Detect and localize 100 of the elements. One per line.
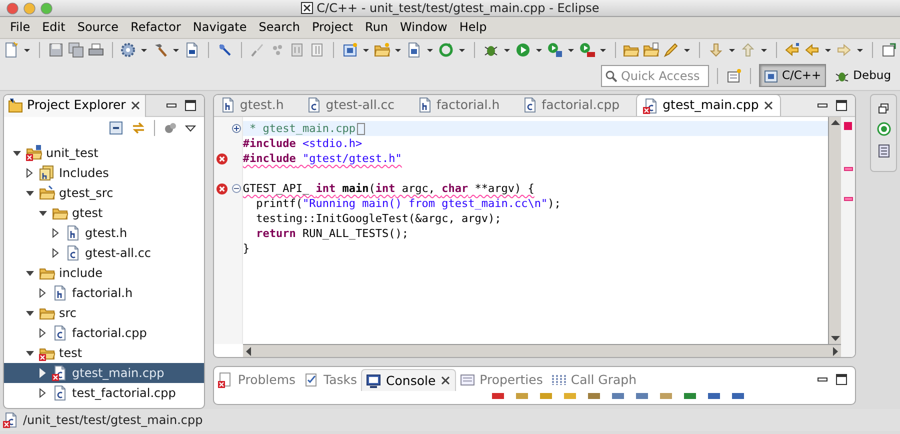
- tree-item[interactable]: factorial.h: [4, 283, 204, 303]
- run-stop-icon[interactable]: [578, 42, 595, 58]
- tree-item[interactable]: gtest: [4, 203, 204, 223]
- editor-tab[interactable]: factorial.cpp: [516, 95, 626, 116]
- error-marker-icon: [844, 166, 853, 170]
- panel-tab[interactable]: Problems: [214, 369, 300, 392]
- expanded-arrow-icon[interactable]: [25, 268, 35, 278]
- editor-tab[interactable]: gtest_main.cpp: [636, 95, 781, 116]
- caret-icon[interactable]: [502, 46, 511, 54]
- tree-item[interactable]: test_factorial.cpp: [4, 383, 204, 403]
- back-edit-icon[interactable]: [784, 42, 800, 58]
- open-file-icon[interactable]: [643, 42, 660, 58]
- tree-item[interactable]: test: [4, 343, 204, 363]
- vertical-scrollbar[interactable]: [828, 117, 842, 344]
- run-external-icon[interactable]: [546, 42, 563, 58]
- tree-item[interactable]: src: [4, 303, 204, 323]
- restore-icon[interactable]: [878, 103, 890, 114]
- menu-item[interactable]: Edit: [36, 17, 72, 38]
- tree-item[interactable]: gtest_src: [4, 183, 204, 203]
- collapsed-arrow-icon[interactable]: [25, 168, 35, 178]
- target-icon[interactable]: [876, 122, 891, 136]
- close-icon[interactable]: [130, 100, 141, 111]
- open-perspective-icon[interactable]: [726, 68, 742, 84]
- panel-tab[interactable]: Tasks: [300, 369, 362, 392]
- perspective-button[interactable]: C/C++: [758, 64, 826, 88]
- caret-icon[interactable]: [394, 46, 402, 54]
- minimize-window-icon[interactable]: [23, 2, 36, 15]
- expanded-arrow-icon[interactable]: [12, 148, 22, 158]
- close-icon[interactable]: [440, 375, 451, 386]
- menu-item[interactable]: Window: [394, 17, 454, 38]
- editor-tab[interactable]: gtest.h: [214, 95, 290, 116]
- expanded-arrow-icon[interactable]: [38, 208, 48, 218]
- maximize-icon[interactable]: [836, 374, 848, 385]
- menu-item[interactable]: File: [4, 17, 36, 38]
- binary-file-icon[interactable]: [184, 42, 200, 58]
- menu-item[interactable]: Project: [306, 17, 360, 38]
- editor-tab[interactable]: gtest-all.cc: [300, 95, 401, 116]
- expand-icon[interactable]: [232, 124, 241, 133]
- caret-icon[interactable]: [566, 46, 575, 54]
- caret-icon[interactable]: [426, 46, 434, 54]
- save-all-icon[interactable]: [68, 42, 84, 58]
- collapsed-arrow-icon[interactable]: [38, 328, 48, 338]
- view-menu-icon[interactable]: [184, 124, 196, 132]
- caret-icon[interactable]: [534, 46, 543, 54]
- caret-icon[interactable]: [362, 46, 370, 54]
- menu-item[interactable]: Help: [453, 17, 493, 38]
- gear-icon[interactable]: [120, 42, 136, 58]
- caret-icon[interactable]: [683, 46, 692, 54]
- menu-item[interactable]: Source: [71, 17, 125, 38]
- perspective-button[interactable]: Debug: [830, 64, 896, 88]
- collapsed-arrow-icon[interactable]: [38, 388, 48, 398]
- collapse-all-icon[interactable]: [108, 121, 123, 135]
- tree-item[interactable]: gtest_main.cpp: [4, 363, 204, 383]
- caret-icon[interactable]: [856, 46, 864, 54]
- new-source-icon[interactable]: [406, 42, 422, 58]
- collapsed-arrow-icon[interactable]: [38, 288, 48, 298]
- caret-icon[interactable]: [172, 46, 180, 54]
- expanded-arrow-icon[interactable]: [25, 348, 35, 358]
- tree-item[interactable]: unit_test: [4, 143, 204, 163]
- close-icon[interactable]: [762, 100, 774, 111]
- filter-icon[interactable]: [162, 121, 177, 135]
- collapsed-arrow-icon[interactable]: [51, 228, 61, 238]
- folded-text-marker[interactable]: [356, 122, 365, 134]
- quick-access-field[interactable]: Quick Access: [600, 64, 709, 86]
- panel-tab[interactable]: Console: [361, 369, 456, 392]
- collapsed-arrow-icon[interactable]: [38, 368, 48, 378]
- maximize-window-icon[interactable]: [40, 2, 53, 15]
- tree-item[interactable]: include: [4, 263, 204, 283]
- horizontal-scrollbar[interactable]: [242, 344, 842, 358]
- tree-item[interactable]: factorial.cpp: [4, 323, 204, 343]
- menu-item[interactable]: Search: [252, 17, 306, 38]
- tree-item[interactable]: Includes: [4, 163, 204, 183]
- caret-icon[interactable]: [458, 46, 466, 54]
- save-icon[interactable]: [48, 42, 64, 58]
- menu-item[interactable]: Navigate: [186, 17, 253, 38]
- collapsed-arrow-icon[interactable]: [51, 248, 61, 258]
- caret-icon[interactable]: [824, 46, 832, 54]
- link-editor-icon[interactable]: [130, 121, 146, 135]
- tree-item[interactable]: gtest.h: [4, 223, 204, 243]
- caret-icon[interactable]: [598, 46, 607, 54]
- menu-item[interactable]: Refactor: [124, 17, 187, 38]
- new-class-icon[interactable]: [342, 42, 358, 58]
- close-window-icon[interactable]: [6, 2, 19, 15]
- collapse-icon[interactable]: [232, 184, 241, 193]
- caret-icon[interactable]: [23, 46, 31, 54]
- maximize-icon[interactable]: [184, 100, 196, 111]
- expanded-arrow-icon[interactable]: [25, 308, 35, 318]
- editor-tab[interactable]: factorial.h: [410, 95, 506, 116]
- caret-icon[interactable]: [140, 46, 148, 54]
- caret-icon[interactable]: [760, 46, 768, 54]
- run-icon[interactable]: [514, 42, 531, 58]
- panel-tab[interactable]: Call Graph: [546, 369, 640, 392]
- expanded-arrow-icon[interactable]: [25, 188, 35, 198]
- menu-item[interactable]: Run: [359, 17, 394, 38]
- print-icon[interactable]: [88, 42, 104, 58]
- maximize-icon[interactable]: [836, 100, 848, 111]
- caret-icon[interactable]: [728, 46, 736, 54]
- tree-item[interactable]: gtest-all.cc: [4, 243, 204, 263]
- document-icon[interactable]: [876, 144, 891, 158]
- panel-tab[interactable]: Properties: [456, 369, 547, 392]
